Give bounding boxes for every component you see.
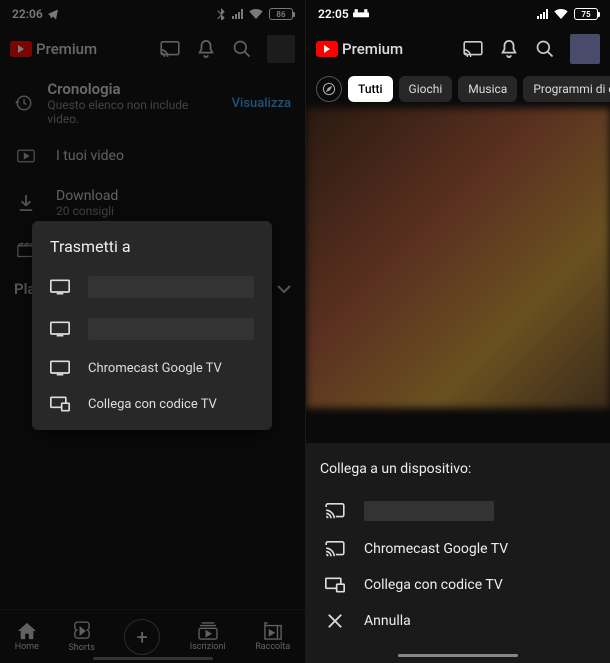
- tv-icon: [50, 360, 70, 376]
- explore-icon[interactable]: [316, 76, 342, 102]
- android-phone: 22:06 86 Premium: [0, 0, 305, 663]
- cast-device-2[interactable]: [32, 308, 272, 350]
- redacted-device: [364, 501, 494, 521]
- cast-chromecast[interactable]: Chromecast Google TV: [32, 350, 272, 386]
- cast-device-1[interactable]: [32, 266, 272, 308]
- avatar[interactable]: [570, 34, 600, 64]
- cast-sheet: Collega a un dispositivo: Chromecast Goo…: [306, 443, 610, 663]
- bell-icon[interactable]: [195, 38, 217, 60]
- status-time: 22:05: [318, 7, 349, 21]
- avatar[interactable]: [267, 35, 295, 63]
- shorts-icon: [74, 621, 90, 641]
- cronologia-title: Cronologia: [47, 80, 217, 98]
- download-icon: [16, 194, 36, 212]
- cast-icon: [324, 541, 346, 557]
- youtube-icon: [10, 41, 32, 57]
- chip-cooking[interactable]: Programmi di cucina: [523, 76, 610, 102]
- nav-subs[interactable]: Iscrizioni: [190, 622, 226, 652]
- cronologia-sub: Questo elenco non include video.: [47, 98, 217, 126]
- status-bar: 22:06 86: [0, 0, 305, 28]
- cast-dialog: Trasmetti a Chromecast Google TV Collega…: [32, 221, 272, 430]
- tv-icon: [50, 321, 70, 337]
- cast-code[interactable]: Collega con codice TV: [32, 386, 272, 422]
- status-time: 22:06: [12, 7, 43, 21]
- cast-icon[interactable]: [159, 38, 181, 60]
- signal-icon: [537, 9, 548, 19]
- link-tv-icon: [324, 577, 346, 593]
- sheet-cancel[interactable]: Annulla: [320, 603, 596, 639]
- signal-icon: [232, 9, 243, 19]
- redacted-device: [88, 276, 254, 298]
- search-icon[interactable]: [231, 38, 253, 60]
- search-icon[interactable]: [534, 38, 556, 60]
- subs-icon: [198, 622, 218, 640]
- tv-icon: [50, 279, 70, 295]
- app-header: Premium: [306, 28, 610, 70]
- sheet-code[interactable]: Collega con codice TV: [320, 567, 596, 603]
- nav-shorts[interactable]: Shorts: [68, 621, 94, 653]
- sleep-icon: [353, 9, 369, 19]
- home-indicator: [398, 654, 518, 657]
- youtube-logo[interactable]: Premium: [10, 40, 97, 58]
- sheet-device-1[interactable]: [320, 491, 596, 531]
- bottom-nav: Home Shorts + Iscrizioni Raccolta: [0, 609, 305, 663]
- cast-icon[interactable]: [462, 38, 484, 60]
- bell-icon[interactable]: [498, 38, 520, 60]
- link-tv-icon: [50, 396, 70, 412]
- telegram-icon: [47, 8, 59, 20]
- chip-all[interactable]: Tutti: [348, 76, 393, 102]
- youtube-icon: [316, 41, 338, 57]
- chip-music[interactable]: Musica: [458, 76, 517, 102]
- home-indicator: [93, 657, 213, 660]
- ios-phone: 22:05 75 Premium Tutti Giochi Musica Pro…: [305, 0, 610, 663]
- history-icon: [14, 94, 33, 112]
- sheet-chromecast[interactable]: Chromecast Google TV: [320, 531, 596, 567]
- cast-dialog-title: Trasmetti a: [32, 237, 272, 266]
- battery-icon: 75: [574, 8, 598, 20]
- visualizza-link[interactable]: Visualizza: [232, 96, 291, 111]
- sheet-title: Collega a un dispositivo:: [320, 461, 596, 477]
- chevron-down-icon: [277, 285, 291, 293]
- nav-create[interactable]: +: [124, 619, 160, 655]
- chip-games[interactable]: Giochi: [399, 76, 453, 102]
- video-thumbnail[interactable]: [306, 108, 610, 408]
- status-bar: 22:05 75: [306, 0, 610, 28]
- row-videos[interactable]: I tuoi video: [0, 136, 305, 176]
- nav-library[interactable]: Raccolta: [255, 622, 290, 652]
- cast-icon: [324, 503, 346, 519]
- cronologia-section: Cronologia Questo elenco non include vid…: [0, 70, 305, 136]
- youtube-logo[interactable]: Premium: [316, 40, 403, 58]
- home-icon: [17, 622, 37, 640]
- nav-home[interactable]: Home: [15, 622, 39, 652]
- bluetooth-icon: [216, 8, 226, 20]
- video-icon: [16, 149, 36, 163]
- app-header: Premium: [0, 28, 305, 70]
- battery-icon: 86: [269, 8, 293, 20]
- library-icon: [264, 622, 282, 640]
- close-icon: [324, 613, 346, 629]
- wifi-icon: [554, 9, 568, 19]
- category-chips: Tutti Giochi Musica Programmi di cucina: [306, 70, 610, 108]
- redacted-device: [88, 318, 254, 340]
- wifi-icon: [249, 9, 263, 19]
